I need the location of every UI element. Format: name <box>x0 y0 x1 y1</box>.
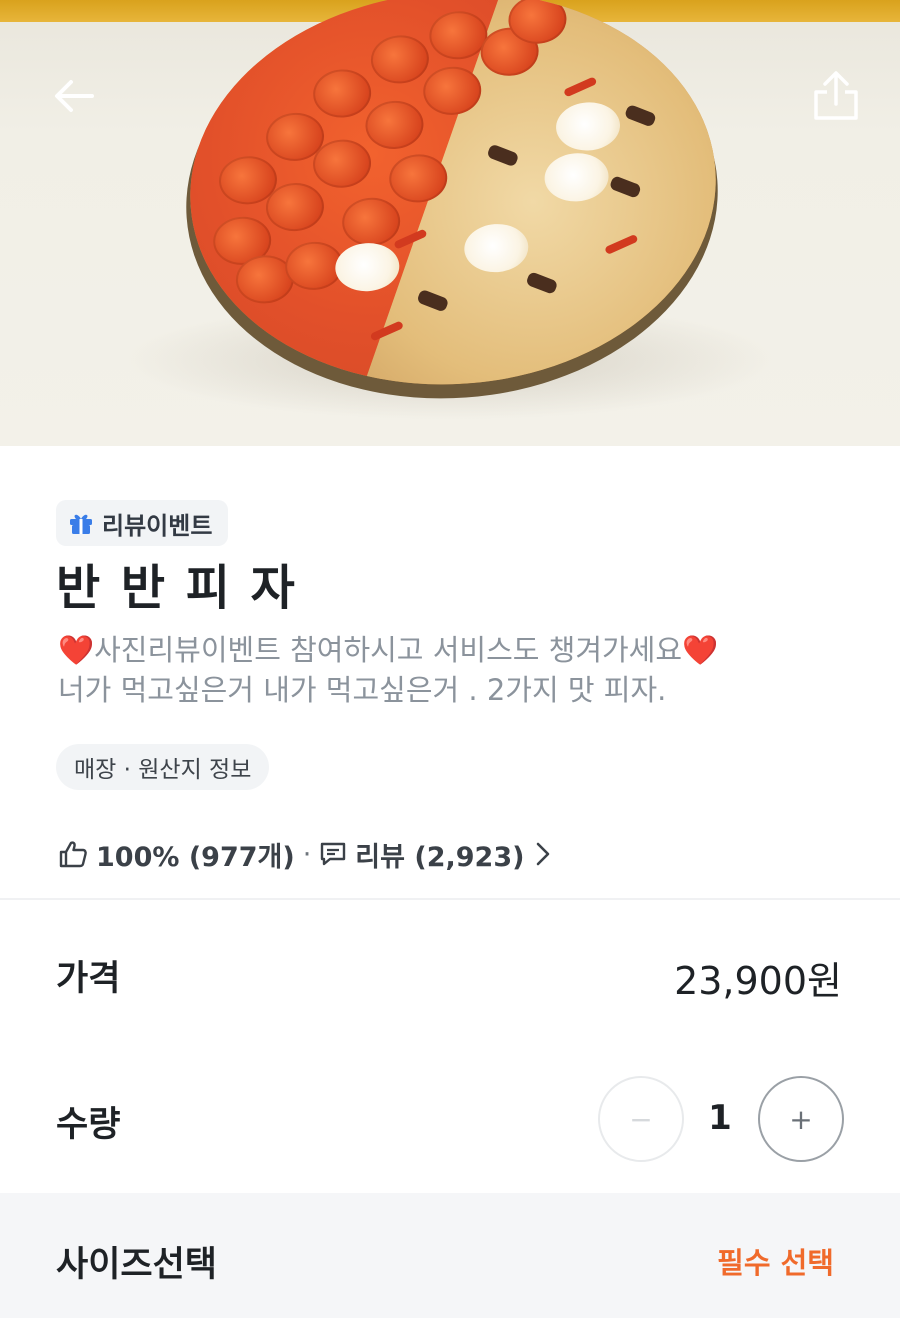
separator: · <box>302 838 312 870</box>
quantity-value: 1 <box>708 1098 732 1138</box>
required-badge: 필수 선택 <box>717 1246 834 1280</box>
product-image <box>0 0 900 446</box>
share-icon <box>814 71 858 120</box>
size-select-label: 사이즈선택 <box>56 1245 218 1285</box>
share-button[interactable] <box>806 66 866 126</box>
product-description: ❤️사진리뷰이벤트 참여하시고 서비스도 챙겨가세요❤️ 너가 먹고싶은거 내가… <box>58 630 848 710</box>
price-label: 가격 <box>56 959 121 999</box>
description-line-2: 너가 먹고싶은거 내가 먹고싶은거 . 2가지 맛 피자. <box>58 673 667 707</box>
like-ratio: 100% (977개) <box>96 841 295 873</box>
gift-icon <box>70 514 92 534</box>
divider <box>0 898 900 900</box>
thumbs-up-icon <box>59 841 87 868</box>
pizza-illustration <box>176 0 730 402</box>
quantity-label: 수량 <box>56 1105 121 1145</box>
back-button[interactable] <box>44 66 104 126</box>
heart-emoji: ❤️ <box>682 633 719 667</box>
chevron-right-icon <box>537 842 550 866</box>
product-name: 반 반 피 자 <box>56 560 297 616</box>
description-text-1: 사진리뷰이벤트 참여하시고 서비스도 챙겨가세요 <box>94 633 683 667</box>
review-event-badge: 리뷰이벤트 <box>56 500 229 546</box>
message-icon <box>321 842 346 866</box>
increase-quantity-button[interactable]: + <box>758 1076 844 1162</box>
badge-label: 리뷰이벤트 <box>102 511 213 540</box>
store-origin-info-button[interactable]: 매장 · 원산지 정보 <box>56 744 270 790</box>
description-line-1: ❤️사진리뷰이벤트 참여하시고 서비스도 챙겨가세요❤️ <box>58 630 848 670</box>
arrow-left-icon <box>55 80 94 112</box>
review-count: 리뷰 (2,923) <box>355 841 525 873</box>
price-value: 23,900원 <box>674 959 842 1003</box>
heart-emoji: ❤️ <box>58 633 95 667</box>
rating-review-row[interactable]: 100% (977개) · 리뷰 (2,923) <box>58 834 552 874</box>
decrease-quantity-button[interactable]: − <box>598 1076 684 1162</box>
